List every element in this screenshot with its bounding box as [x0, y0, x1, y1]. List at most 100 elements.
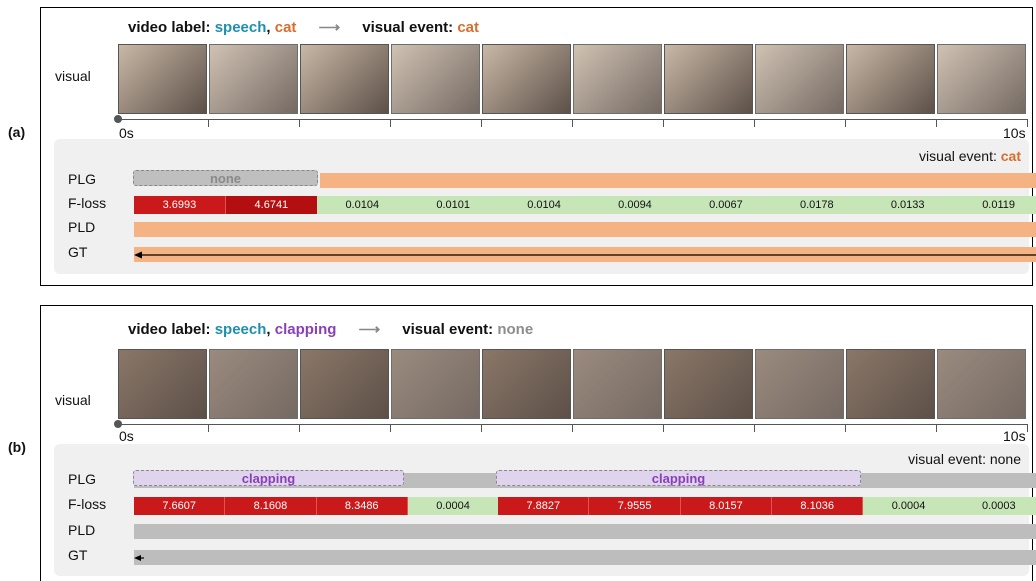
floss-value: 0.0004: [863, 497, 954, 515]
visual-event-prefix: visual event:: [402, 321, 498, 338]
visual-event-value: none: [497, 321, 534, 338]
pld-bar: [134, 524, 1036, 539]
visual-row-label: visual: [55, 392, 91, 408]
video-frame: [755, 44, 844, 114]
row-label-floss: F-loss: [68, 195, 107, 211]
plg-none-box: none: [133, 170, 318, 186]
video-frame: [391, 44, 480, 114]
video-label-prefix: video label:: [128, 19, 215, 36]
label-clapping: clapping: [274, 321, 337, 338]
results-event-value: cat: [1000, 148, 1021, 164]
video-frame: [664, 44, 753, 114]
video-frame: [482, 44, 571, 114]
row-label-gt: GT: [68, 547, 88, 563]
video-frame: [573, 349, 662, 419]
timeline-tick: [1027, 424, 1028, 432]
video-frame: [209, 349, 298, 419]
video-frame: [937, 349, 1026, 419]
video-frame: [846, 349, 935, 419]
video-frame: [664, 349, 753, 419]
gt-arrow-icon: [134, 555, 144, 561]
timeline-tick: [481, 119, 482, 127]
video-frame: [755, 349, 844, 419]
timeline: [114, 420, 1028, 432]
video-frame: [118, 349, 207, 419]
floss-value: 3.6993: [134, 196, 226, 214]
timeline-tick: [663, 424, 664, 432]
timeline-tick: [390, 119, 391, 127]
video-frame: [118, 44, 207, 114]
label-cat: cat: [274, 19, 297, 36]
floss-value: 0.0104: [316, 196, 408, 214]
label-speech: speech: [214, 321, 267, 338]
arrow-icon: ⟶: [318, 19, 341, 36]
row-label-plg: PLG: [68, 171, 97, 187]
row-label-floss: F-loss: [68, 496, 107, 512]
floss-value: 4.6741: [225, 196, 317, 214]
timeline-tick: [754, 119, 755, 127]
results-event-prefix: visual event:: [919, 148, 1001, 164]
row-label-pld: PLD: [68, 219, 96, 235]
timeline-tick: [572, 424, 573, 432]
timeline-tick: [299, 424, 300, 432]
video-frame: [300, 44, 389, 114]
timeline-tick: [845, 424, 846, 432]
timeline-tick: [572, 119, 573, 127]
floss-row: 7.6607 8.1608 8.3486 0.0004 7.8827 7.9555 8.01…: [134, 497, 1036, 515]
row-label-gt: GT: [68, 244, 88, 260]
floss-row: 3.6993 4.6741 0.0104 0.0101 0.0104 0.0094 0.00…: [134, 196, 1036, 214]
pld-bar: [134, 222, 1036, 237]
row-label-plg: PLG: [68, 471, 97, 487]
timeline-tick: [845, 119, 846, 127]
video-frames: [118, 349, 1028, 419]
timeline-tick: [390, 424, 391, 432]
video-frame: [846, 44, 935, 114]
floss-value: 7.6607: [134, 497, 226, 515]
video-frame: [573, 44, 662, 114]
time-end: 10s: [1003, 428, 1026, 444]
panel-a-label: (a): [8, 124, 26, 140]
results-visual-event: visual event: none: [908, 451, 1021, 467]
video-frame: [482, 349, 571, 419]
video-frame: [391, 349, 480, 419]
timeline-tick: [208, 424, 209, 432]
timeline-start-dot: [114, 420, 122, 428]
panel-a-results: visual event: cat PLG none F-loss 3.6993…: [54, 139, 1036, 274]
floss-value: 0.0067: [680, 196, 772, 214]
floss-value: 0.0119: [953, 196, 1036, 214]
timeline-tick: [208, 119, 209, 127]
plg-clapping-box-1: clapping: [133, 470, 404, 486]
label-comma: ,: [266, 19, 271, 36]
timeline-tick: [936, 424, 937, 432]
floss-value: 0.0178: [771, 196, 863, 214]
plg-clapping-box-2: clapping: [496, 470, 861, 486]
panel-b-label: (b): [8, 439, 26, 455]
arrow-icon: ⟶: [358, 321, 381, 338]
floss-value: 8.1036: [772, 497, 864, 515]
timeline-tick: [1027, 119, 1028, 127]
floss-value: 8.3486: [316, 497, 408, 515]
timeline-start-dot: [114, 115, 122, 123]
visual-event-value: cat: [457, 19, 480, 36]
timeline-tick: [299, 119, 300, 127]
label-speech: speech: [214, 19, 267, 36]
floss-value: 8.0157: [680, 497, 773, 515]
video-frame: [300, 349, 389, 419]
label-comma: ,: [266, 321, 271, 338]
visual-event-prefix: visual event:: [362, 19, 458, 36]
video-frames: [118, 44, 1028, 114]
plg-bar: [320, 173, 1036, 188]
timeline-tick: [481, 424, 482, 432]
results-visual-event: visual event: cat: [919, 148, 1021, 164]
floss-value: 7.9555: [589, 497, 681, 515]
visual-row-label: visual: [55, 68, 91, 84]
row-label-pld: PLD: [68, 522, 96, 538]
time-start: 0s: [119, 428, 134, 444]
timeline: [114, 115, 1028, 127]
panel-b: video label: speech, clapping ⟶ visual e…: [40, 305, 1036, 581]
timeline-tick: [663, 119, 664, 127]
floss-value: 7.8827: [498, 497, 590, 515]
panel-b-results: visual event: none PLG clapping clapping…: [54, 444, 1036, 576]
floss-value: 0.0094: [589, 196, 681, 214]
floss-value: 0.0003: [953, 497, 1036, 515]
